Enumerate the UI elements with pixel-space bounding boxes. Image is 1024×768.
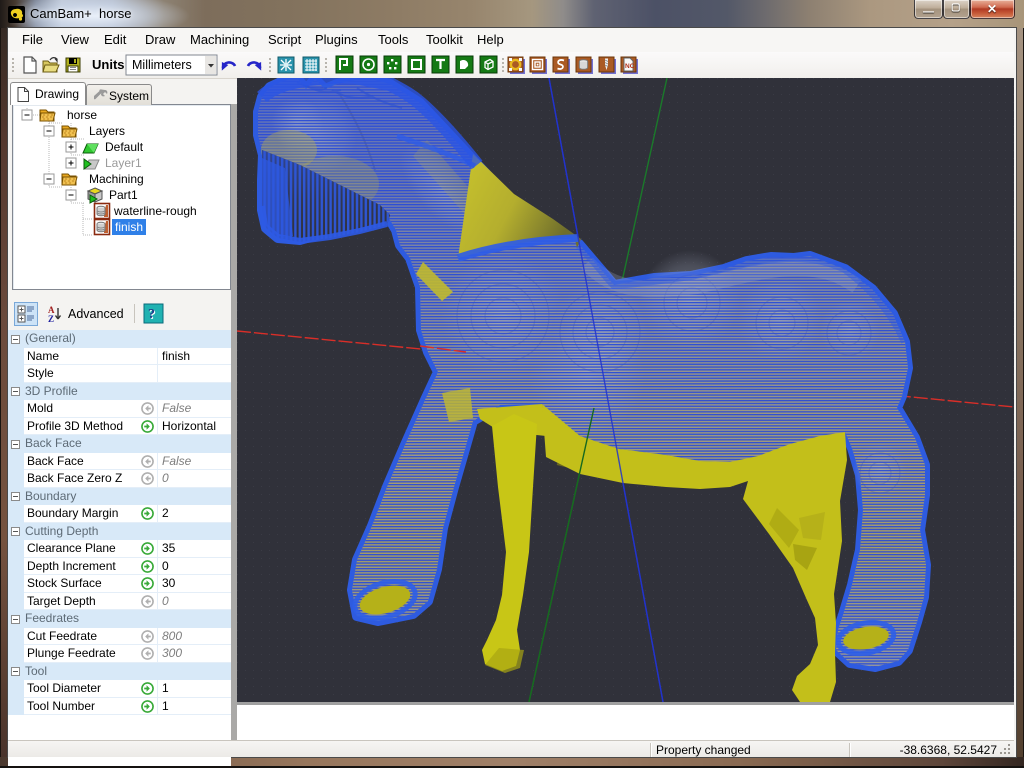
svg-text:Advanced: Advanced	[68, 307, 124, 321]
svg-text:NC: NC	[625, 63, 635, 70]
svg-text:Millimeters: Millimeters	[132, 58, 192, 72]
svg-text:Z: Z	[48, 314, 54, 324]
svg-text:Units: Units	[92, 57, 125, 72]
svg-text:?: ?	[148, 307, 155, 322]
